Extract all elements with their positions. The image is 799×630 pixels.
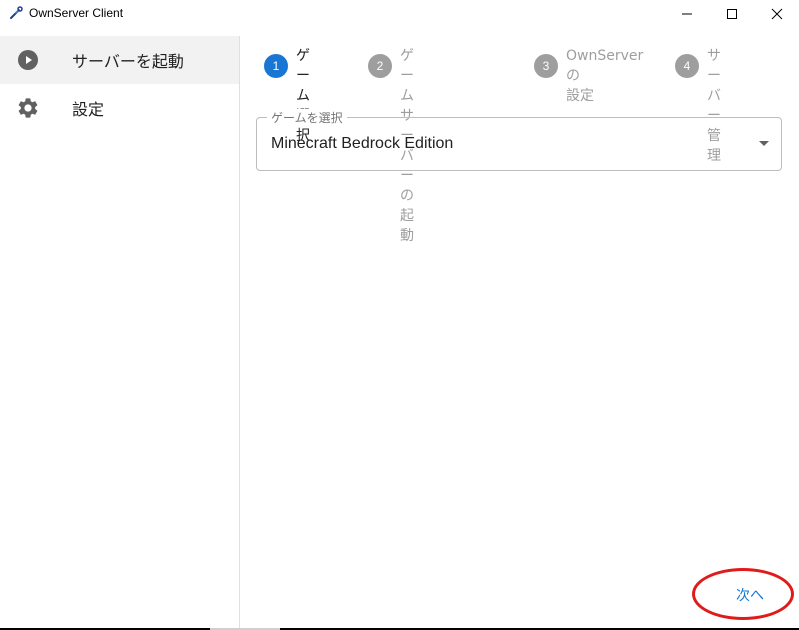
- step-number: 1: [264, 54, 288, 78]
- sidebar-item-settings[interactable]: 設定: [0, 84, 239, 132]
- title-bar: OwnServer Client: [0, 0, 799, 28]
- dropdown-arrow-icon: [759, 141, 769, 146]
- minimize-button[interactable]: [664, 0, 710, 28]
- game-select-value: Minecraft Bedrock Edition: [271, 135, 454, 152]
- gear-icon: [18, 98, 38, 118]
- minimize-icon: [682, 13, 692, 15]
- maximize-icon: [727, 9, 737, 19]
- wrench-plug-icon: [10, 6, 23, 19]
- app-window: OwnServer Client サーバーを起動 設定 1 ゲーム 択 2 ゲー…: [0, 0, 799, 630]
- game-select-dropdown[interactable]: ゲームを選択 Minecraft Bedrock Edition: [256, 109, 782, 171]
- step-label: OwnServerの 設定: [566, 48, 644, 104]
- next-button[interactable]: 次へ: [710, 580, 790, 610]
- game-select-label: ゲームを選択: [267, 109, 347, 126]
- window-title: OwnServer Client: [29, 6, 124, 20]
- maximize-button[interactable]: [709, 0, 755, 28]
- close-button[interactable]: [754, 0, 799, 28]
- step-number: 2: [368, 54, 392, 78]
- play-circle-icon: [18, 50, 38, 70]
- sidebar-item-label: 設定: [72, 100, 105, 119]
- step-number: 4: [675, 54, 699, 78]
- sidebar-item-start-server[interactable]: サーバーを起動: [0, 36, 239, 84]
- step-number: 3: [534, 54, 558, 78]
- sidebar: サーバーを起動 設定: [0, 36, 240, 630]
- sidebar-item-label: サーバーを起動: [72, 52, 184, 71]
- close-icon: [771, 8, 783, 20]
